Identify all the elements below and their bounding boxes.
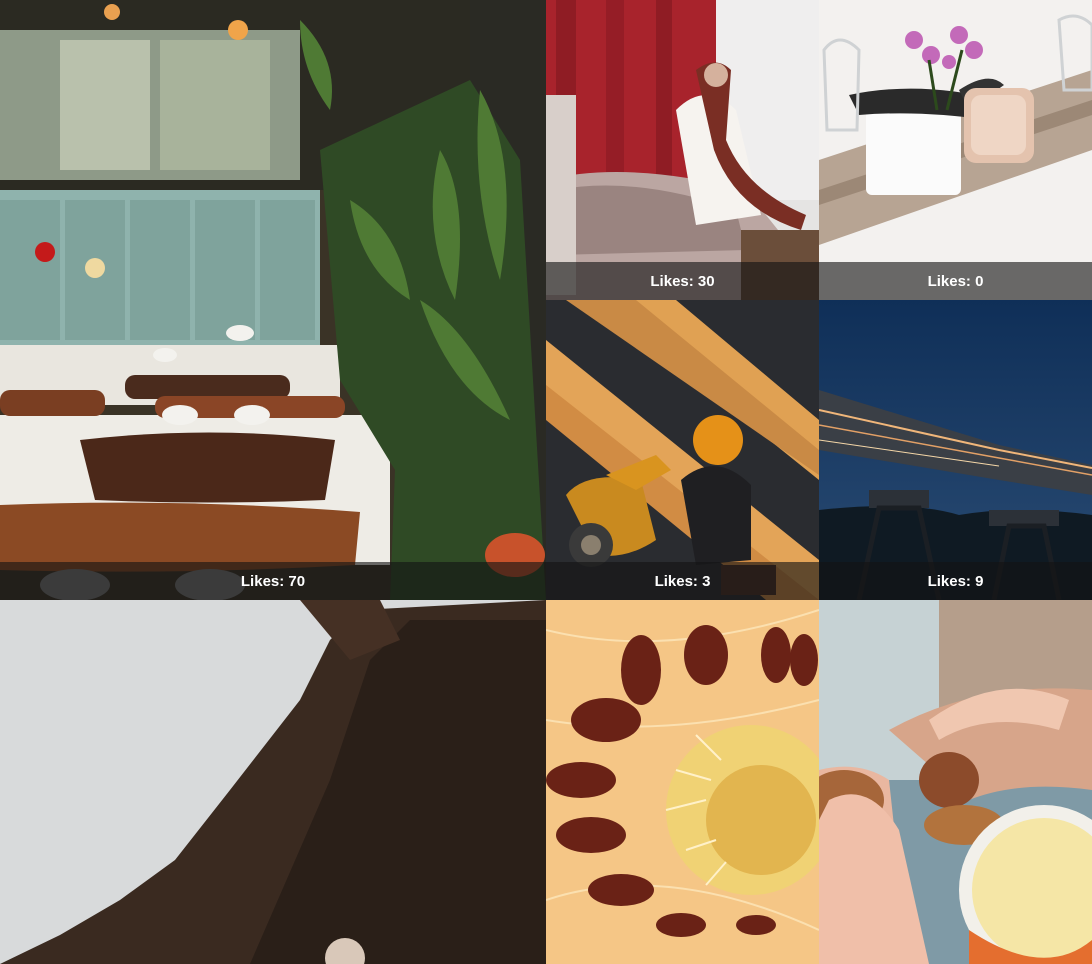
likes-label: Likes (241, 573, 289, 590)
likes-count: 30 (697, 272, 715, 290)
likes-label: Likes (655, 573, 703, 590)
likes-label: Likes (928, 273, 976, 290)
orchid-tray-photo (819, 0, 1092, 300)
likes-count: 70 (288, 572, 306, 590)
scooter-photo (546, 300, 819, 600)
photo-tile-orchid-tray[interactable]: Likes0 (819, 0, 1092, 300)
bridge-photo (819, 300, 1092, 600)
photo-tile-restaurant[interactable]: Likes70 (0, 0, 546, 600)
likes-caption: Likes70 (0, 562, 546, 600)
likes-count: 0 (975, 272, 984, 290)
flower-photo (546, 600, 819, 964)
cookie-jar-photo (819, 600, 1092, 964)
likes-count: 9 (975, 572, 984, 590)
woman-on-bed-photo (546, 0, 819, 300)
likes-label: Likes (928, 573, 976, 590)
forest-photo (0, 600, 546, 964)
photo-tile-cookie-jar[interactable] (819, 600, 1092, 964)
photo-tile-bridge[interactable]: Likes9 (819, 300, 1092, 600)
restaurant-photo (0, 0, 546, 600)
likes-caption: Likes9 (819, 562, 1092, 600)
photo-tile-scooter[interactable]: Likes3 (546, 300, 819, 600)
likes-caption: Likes0 (819, 262, 1092, 300)
likes-caption: Likes3 (546, 562, 819, 600)
likes-label: Likes (650, 273, 698, 290)
photo-tile-woman-on-bed[interactable]: Likes30 (546, 0, 819, 300)
photo-tile-forest[interactable] (0, 600, 546, 964)
photo-tile-flower[interactable] (546, 600, 819, 964)
likes-caption: Likes30 (546, 262, 819, 300)
likes-count: 3 (702, 572, 711, 590)
